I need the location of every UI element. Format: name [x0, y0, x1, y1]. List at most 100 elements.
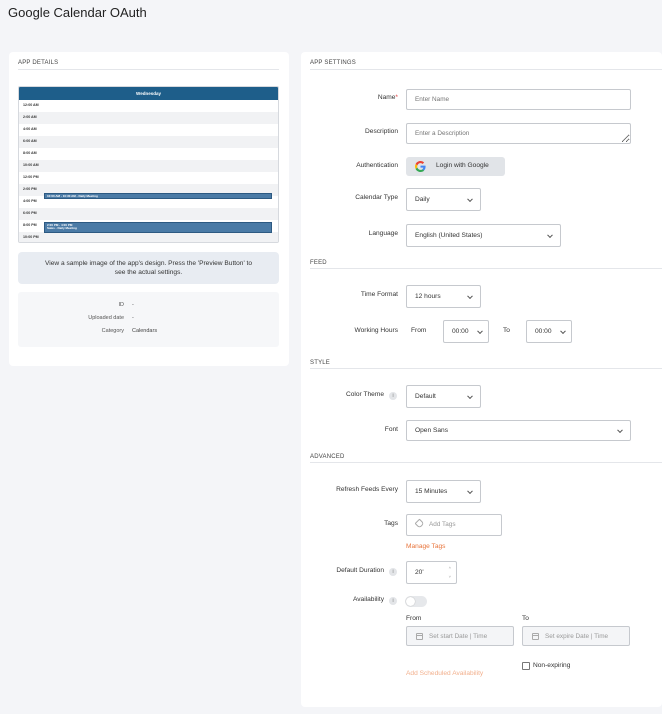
chevron-down-icon [617, 426, 623, 433]
uploaded-date-label: Uploaded date [88, 315, 124, 321]
calendar-icon [532, 633, 539, 640]
language-value: English (United States) [415, 232, 483, 239]
app-settings-title: APP SETTINGS [310, 60, 356, 66]
tags-input[interactable]: Add Tags [406, 514, 502, 536]
tags-placeholder: Add Tags [429, 521, 456, 528]
start-date-placeholder: Set start Date | Time [429, 633, 488, 640]
color-theme-value: Default [415, 393, 436, 400]
preview-row: 6:00 PM [19, 208, 278, 220]
calendar-icon [416, 633, 423, 640]
uploaded-date-value: - [132, 315, 134, 321]
refresh-feeds-select[interactable]: 15 Minutes [406, 480, 481, 503]
expire-date-placeholder: Set expire Date | Time [545, 633, 609, 640]
expire-date-input[interactable]: Set expire Date | Time [522, 626, 630, 646]
feed-title: FEED [310, 260, 327, 266]
info-icon[interactable]: i [389, 392, 397, 400]
availability-toggle[interactable] [405, 596, 427, 607]
app-details-title: APP DETAILS [18, 60, 59, 66]
default-duration-stepper[interactable]: 20' ˄ ˅ [406, 561, 457, 584]
preview-time: 8:00 AM [23, 151, 37, 155]
preview-row: 2:00 AM [19, 112, 278, 124]
preview-day-header: Wednesday [19, 87, 278, 100]
default-duration-value: 20' [415, 569, 424, 576]
working-hours-from-select[interactable]: 00:00 [443, 320, 489, 343]
name-input[interactable] [406, 89, 631, 110]
app-details-card: APP DETAILS Wednesday 12:00 AM 2:00 AM 4… [9, 52, 289, 366]
category-value: Calendars [132, 328, 158, 334]
calendar-type-label: Calendar Type [355, 194, 398, 201]
preview-time: 4:00 PM [23, 199, 37, 203]
calendar-type-select[interactable]: Daily [406, 188, 481, 211]
preview-row: 12:00 PM [19, 172, 278, 184]
preview-time: 2:00 PM [23, 187, 37, 191]
preview-row: 8:00 AM [19, 148, 278, 160]
refresh-feeds-label: Refresh Feeds Every [336, 486, 398, 493]
non-expiring-checkbox[interactable] [522, 662, 530, 670]
working-hours-label: Working Hours [354, 327, 398, 334]
preview-time: 12:00 AM [23, 103, 39, 107]
google-button-label: Login with Google [436, 162, 489, 169]
preview-time: 10:00 AM [23, 163, 39, 167]
info-icon[interactable]: i [389, 568, 397, 576]
style-title: STYLE [310, 360, 331, 366]
font-label: Font [384, 426, 398, 433]
working-hours-to-value: 00:00 [535, 328, 552, 335]
divider [310, 69, 662, 70]
chevron-down-icon [547, 231, 553, 238]
tag-icon [414, 518, 425, 529]
calendar-type-value: Daily [415, 196, 430, 203]
preview-row: 10:00 PM [19, 232, 278, 242]
preview-time: 8:00 PM [23, 223, 37, 227]
preview-time: 12:00 PM [23, 175, 39, 179]
working-hours-to-label: To [503, 327, 510, 334]
divider [310, 268, 662, 269]
preview-event: 10:00 AM - 10:30 AM - Daily Meeting [44, 193, 272, 199]
authentication-label: Authentication [356, 162, 398, 169]
time-format-select[interactable]: 12 hours [406, 285, 481, 308]
font-select[interactable]: Open Sans [406, 420, 631, 441]
preview-info-text: View a sample image of the app's design.… [44, 260, 253, 267]
refresh-feeds-value: 15 Minutes [415, 488, 448, 495]
design-preview-image: Wednesday 12:00 AM 2:00 AM 4:00 AM 6:00 … [18, 86, 279, 243]
id-label: ID [118, 302, 125, 308]
info-icon[interactable]: i [389, 597, 397, 605]
preview-event: 2:00 PM - 4:00 PM Sales - Daily Meeting [44, 222, 272, 233]
preview-time: 2:00 AM [23, 115, 37, 119]
working-hours-to-select[interactable]: 00:00 [526, 320, 572, 343]
description-label: Description [365, 128, 398, 135]
name-label: Name* [378, 94, 398, 101]
time-format-label: Time Format [360, 291, 398, 298]
language-select[interactable]: English (United States) [406, 224, 561, 247]
tags-label: Tags [384, 520, 398, 527]
font-value: Open Sans [415, 427, 448, 434]
availability-label: Availability [352, 596, 384, 603]
id-value: - [132, 302, 134, 308]
description-input[interactable] [406, 123, 631, 144]
app-meta-box: ID - Uploaded date - Category Calendars [18, 292, 279, 347]
login-with-google-button[interactable]: Login with Google [406, 157, 505, 176]
availability-from-label: From [406, 615, 422, 622]
stepper-down-icon[interactable]: ˅ [449, 573, 451, 581]
working-hours-from-label: From [411, 327, 427, 334]
add-scheduled-availability-link[interactable]: Add Scheduled Availability [406, 670, 483, 677]
color-theme-select[interactable]: Default [406, 385, 481, 408]
color-theme-label: Color Theme [346, 391, 384, 398]
language-label: Language [368, 230, 398, 237]
divider [18, 69, 279, 70]
preview-time: 6:00 PM [23, 211, 37, 215]
divider [310, 462, 662, 463]
manage-tags-link[interactable]: Manage Tags [406, 543, 445, 550]
preview-row: 4:00 AM [19, 124, 278, 136]
non-expiring-label: Non-expiring [533, 662, 571, 669]
chevron-down-icon [560, 327, 566, 334]
availability-to-label: To [522, 615, 529, 622]
chevron-down-icon [467, 195, 473, 202]
start-date-input[interactable]: Set start Date | Time [406, 626, 514, 646]
preview-row: 6:00 AM [19, 136, 278, 148]
preview-info-box: View a sample image of the app's design.… [18, 252, 279, 284]
preview-info-text: see the actual settings. [114, 269, 183, 276]
preview-row: 10:00 AM [19, 160, 278, 172]
category-label: Category [101, 328, 124, 334]
preview-event-title: Sales - Daily Meeting [47, 226, 77, 231]
stepper-up-icon[interactable]: ˄ [449, 564, 451, 572]
